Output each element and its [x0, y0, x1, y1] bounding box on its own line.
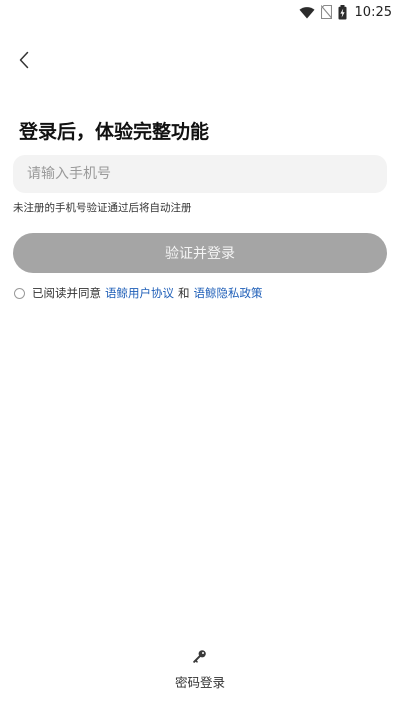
password-login-label: 密码登录 — [174, 675, 225, 690]
chevron-left-icon — [18, 51, 30, 73]
key-icon — [193, 648, 207, 667]
agreement-prefix: 已阅读并同意 — [32, 286, 101, 300]
agree-checkbox[interactable] — [14, 287, 25, 299]
agreement-row: 已阅读并同意 语鲸用户协议 和 语鲸隐私政策 — [14, 285, 263, 301]
battery-charging-icon — [338, 4, 347, 20]
verify-login-button[interactable]: 验证并登录 — [13, 233, 387, 273]
phone-input[interactable] — [13, 155, 387, 193]
back-button[interactable] — [10, 48, 38, 76]
no-sim-icon — [320, 5, 332, 19]
agreement-conjunction: 和 — [178, 286, 190, 300]
status-time: 10:25 — [354, 4, 392, 20]
status-bar: 10:25 — [0, 0, 400, 24]
password-login-button[interactable]: 密码登录 — [0, 648, 400, 691]
auto-register-hint: 未注册的手机号验证通过后将自动注册 — [13, 202, 192, 214]
privacy-policy-link[interactable]: 语鲸隐私政策 — [194, 285, 263, 301]
user-agreement-link[interactable]: 语鲸用户协议 — [105, 285, 174, 301]
wifi-icon — [299, 6, 315, 19]
page-title: 登录后，体验完整功能 — [19, 121, 210, 143]
